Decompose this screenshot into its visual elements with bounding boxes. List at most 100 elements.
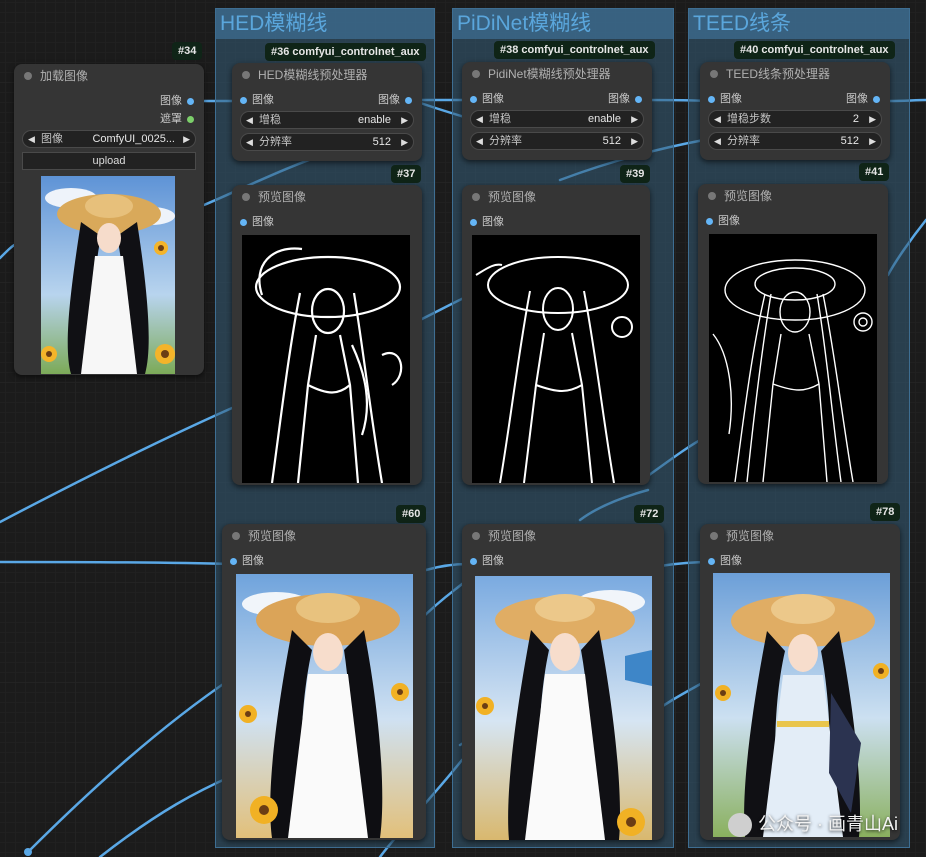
node-title[interactable]: 预览图像	[222, 524, 426, 548]
output-pin-icon[interactable]	[873, 95, 880, 103]
node-title[interactable]: 预览图像	[698, 184, 888, 208]
resolution-number-widget[interactable]: ◀ 分辨率 512 ▶	[708, 132, 882, 150]
input-slot-image[interactable]: 图像	[462, 213, 650, 231]
triangle-left-icon[interactable]: ◀	[28, 131, 35, 147]
node-id-badge: #36 comfyui_controlnet_aux	[265, 43, 426, 61]
widget-label: 增稳步数	[727, 113, 771, 125]
lineart-image	[475, 256, 633, 483]
node-title-label: 预览图像	[248, 529, 297, 543]
group-title[interactable]: PiDiNet模糊线	[453, 9, 673, 39]
input-pin-icon[interactable]	[470, 218, 477, 226]
collapse-dot-icon[interactable]	[710, 532, 718, 540]
node-title[interactable]: HED模糊线预处理器	[232, 63, 422, 87]
output-slot-image[interactable]: 图像	[14, 92, 204, 110]
output-slot-mask[interactable]: 遮罩	[14, 110, 204, 128]
steps-number-widget[interactable]: ◀ 增稳步数 2 ▶	[708, 110, 882, 128]
input-pin-icon[interactable]	[708, 557, 715, 565]
node-title[interactable]: 预览图像	[232, 185, 422, 209]
image-combo-widget[interactable]: ◀ 图像 ComfyUI_0025... ▶	[22, 130, 196, 148]
collapse-dot-icon[interactable]	[24, 72, 32, 80]
upload-button[interactable]: upload	[22, 152, 196, 170]
triangle-left-icon[interactable]: ◀	[246, 112, 253, 128]
resolution-number-widget[interactable]: ◀ 分辨率 512 ▶	[470, 132, 644, 150]
enable-combo-widget[interactable]: ◀ 增稳 enable ▶	[240, 111, 414, 129]
triangle-right-icon[interactable]: ▶	[869, 133, 876, 149]
widget-value: enable	[357, 114, 391, 126]
node-id-badge: #38 comfyui_controlnet_aux	[494, 41, 655, 59]
node-id-badge: #34	[172, 42, 203, 60]
wechat-icon	[727, 813, 752, 837]
hed-preprocessor-node[interactable]: HED模糊线预处理器 图像 图像 ◀ 增稳 enable ▶ ◀ 分辨率 512…	[232, 63, 422, 161]
collapse-dot-icon[interactable]	[472, 532, 480, 540]
node-title[interactable]: 加载图像	[14, 64, 204, 88]
enable-combo-widget[interactable]: ◀ 增稳 enable ▶	[470, 110, 644, 128]
teed-generated-preview-node[interactable]: 预览图像 图像	[700, 524, 900, 840]
collapse-dot-icon[interactable]	[708, 192, 716, 200]
group-title[interactable]: TEED线条	[689, 9, 909, 39]
widget-value: 2	[852, 113, 859, 125]
teed-preprocessor-node[interactable]: TEED线条预处理器 图像 图像 ◀ 增稳步数 2 ▶ ◀ 分辨率 512 ▶	[700, 62, 890, 160]
input-slot-image[interactable]: 图像	[700, 552, 900, 570]
input-pin-icon[interactable]	[230, 557, 237, 565]
slot-row-image[interactable]: 图像 图像	[462, 90, 652, 108]
output-pin-icon[interactable]	[405, 96, 412, 104]
input-pin-icon[interactable]	[470, 557, 477, 565]
watermark: 公众号 · 画青山Ai	[727, 810, 898, 837]
triangle-left-icon[interactable]: ◀	[246, 134, 253, 150]
node-title-label: 预览图像	[724, 189, 773, 203]
hed-lineart-preview-node[interactable]: 预览图像 图像	[232, 185, 422, 485]
input-pin-icon[interactable]	[470, 95, 477, 103]
triangle-left-icon[interactable]: ◀	[476, 133, 483, 149]
slot-label: 图像	[608, 93, 630, 105]
node-title[interactable]: 预览图像	[462, 524, 664, 548]
teed-lineart-preview-node[interactable]: 预览图像 图像	[698, 184, 888, 484]
pidinet-generated-image	[475, 576, 652, 840]
node-title[interactable]: 预览图像	[462, 185, 650, 209]
output-pin-icon[interactable]	[187, 97, 194, 105]
input-pin-icon[interactable]	[240, 96, 247, 104]
input-slot-image[interactable]: 图像	[232, 213, 422, 231]
triangle-left-icon[interactable]: ◀	[714, 133, 721, 149]
collapse-dot-icon[interactable]	[710, 70, 718, 78]
input-pin-icon[interactable]	[240, 218, 247, 226]
input-pin-icon[interactable]	[708, 95, 715, 103]
triangle-left-icon[interactable]: ◀	[714, 111, 721, 127]
watermark-text: 公众号 · 画青山Ai	[757, 813, 898, 834]
pidinet-generated-preview-node[interactable]: 预览图像 图像	[462, 524, 664, 840]
resolution-number-widget[interactable]: ◀ 分辨率 512 ▶	[240, 133, 414, 151]
node-title[interactable]: PidiNet模糊线预处理器	[462, 62, 652, 86]
group-title[interactable]: HED模糊线	[216, 9, 434, 39]
pidinet-lineart-preview-node[interactable]: 预览图像 图像	[462, 185, 650, 485]
collapse-dot-icon[interactable]	[232, 532, 240, 540]
hed-generated-preview-node[interactable]: 预览图像 图像	[222, 524, 426, 840]
input-slot-image[interactable]: 图像	[222, 552, 426, 570]
triangle-right-icon[interactable]: ▶	[869, 111, 876, 127]
slot-label: 图像	[846, 93, 868, 105]
triangle-left-icon[interactable]: ◀	[476, 111, 483, 127]
slot-row-image[interactable]: 图像 图像	[232, 91, 422, 109]
output-pin-icon[interactable]	[635, 95, 642, 103]
collapse-dot-icon[interactable]	[472, 193, 480, 201]
triangle-right-icon[interactable]: ▶	[631, 133, 638, 149]
triangle-right-icon[interactable]: ▶	[401, 112, 408, 128]
node-title[interactable]: 预览图像	[700, 524, 900, 548]
load-image-node[interactable]: 加载图像 图像 遮罩 ◀ 图像 ComfyUI_0025... ▶ upload	[14, 64, 204, 375]
collapse-dot-icon[interactable]	[242, 193, 250, 201]
collapse-dot-icon[interactable]	[472, 70, 480, 78]
widget-label: 分辨率	[489, 135, 522, 147]
triangle-right-icon[interactable]: ▶	[631, 111, 638, 127]
slot-row-image[interactable]: 图像 图像	[700, 90, 890, 108]
triangle-right-icon[interactable]: ▶	[401, 134, 408, 150]
node-title[interactable]: TEED线条预处理器	[700, 62, 890, 86]
collapse-dot-icon[interactable]	[242, 71, 250, 79]
input-slot-image[interactable]: 图像	[698, 212, 888, 230]
loaded-image-thumbnail	[41, 176, 175, 374]
node-graph-canvas[interactable]: HED模糊线 PiDiNet模糊线 TEED线条 #34 加载图像 图像 遮罩 …	[0, 0, 926, 857]
widget-label: 分辨率	[727, 135, 760, 147]
widget-value: enable	[587, 113, 621, 125]
input-slot-image[interactable]: 图像	[462, 552, 664, 570]
input-pin-icon[interactable]	[706, 217, 713, 225]
output-pin-icon[interactable]	[187, 115, 194, 123]
pidinet-preprocessor-node[interactable]: PidiNet模糊线预处理器 图像 图像 ◀ 增稳 enable ▶ ◀ 分辨率…	[462, 62, 652, 160]
triangle-right-icon[interactable]: ▶	[183, 131, 190, 147]
